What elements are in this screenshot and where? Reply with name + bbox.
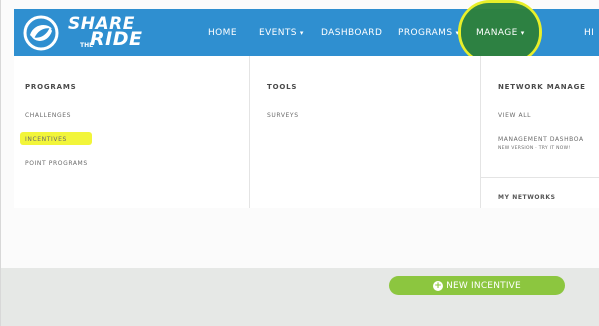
nav-home-label: HOME [208,27,237,38]
nav-user-greeting[interactable]: HI [584,9,594,56]
brand-wordmark: SHARE THE RIDE [68,16,142,50]
nav-manage-label: MANAGE [476,27,518,38]
nav-programs[interactable]: PROGRAMS ▾ [398,9,459,56]
brand-logo[interactable]: SHARE THE RIDE [22,13,157,53]
brand-the: THE [80,42,94,49]
nav-home[interactable]: HOME [208,9,237,56]
top-navbar: SHARE THE RIDE HOME EVENTS ▾ DASHBOARD P… [14,0,599,64]
nav-hi-label: HI [584,27,595,38]
nav-programs-label: PROGRAMS [398,27,453,38]
chevron-down-icon: ▾ [299,28,304,37]
menu-item-surveys[interactable]: SURVEYS [267,112,299,119]
menu-item-point-programs[interactable]: POINT PROGRAMS [25,160,88,167]
tools-heading: TOOLS [267,83,298,91]
dropdown-column-network: NETWORK MANAGE VIEW ALL MANAGEMENT DASHB… [480,56,599,208]
plus-icon: + [433,280,444,291]
my-networks-heading: MY NETWORKS [498,194,556,201]
new-incentive-label: NEW INCENTIVE [446,280,521,291]
network-divider [481,177,599,178]
programs-heading: PROGRAMS [25,83,77,91]
menu-item-challenges[interactable]: CHALLENGES [25,112,71,119]
new-incentive-button[interactable]: + NEW INCENTIVE [389,276,565,295]
nav-dashboard[interactable]: DASHBOARD [321,9,382,56]
dropdown-column-tools: TOOLS SURVEYS [249,56,480,208]
nav-manage[interactable]: MANAGE ▾ [465,9,531,56]
management-dashboard-subtext: NEW VERSION · TRY IT NOW! [498,146,571,151]
nav-events-label: EVENTS [259,27,297,38]
menu-item-management-dashboard[interactable]: MANAGEMENT DASHBOA [498,136,584,143]
menu-item-incentives[interactable]: INCENTIVES [25,136,67,143]
chevron-down-icon: ▾ [520,28,525,37]
nav-dashboard-label: DASHBOARD [321,27,383,38]
nav-events[interactable]: EVENTS ▾ [259,9,304,56]
manage-dropdown-menu: PROGRAMS CHALLENGES INCENTIVES POINT PRO… [14,56,599,208]
dropdown-column-programs: PROGRAMS CHALLENGES INCENTIVES POINT PRO… [14,56,249,208]
menu-item-view-all[interactable]: VIEW ALL [498,112,531,119]
swirl-logo-icon [23,15,59,51]
network-heading: NETWORK MANAGE [498,83,586,91]
